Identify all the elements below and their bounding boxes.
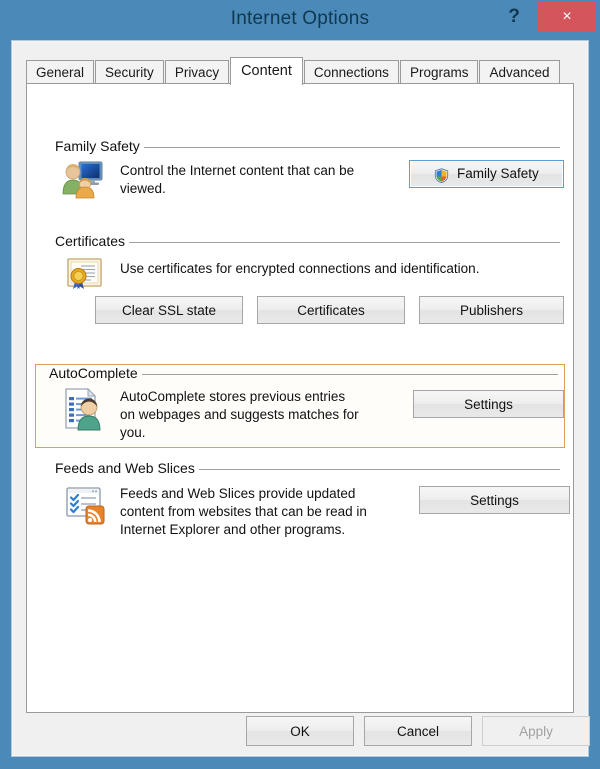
uac-shield-icon — [434, 168, 453, 184]
certificates-button[interactable]: Certificates — [257, 296, 405, 324]
clear-ssl-state-button[interactable]: Clear SSL state — [95, 296, 243, 324]
tab-privacy[interactable]: Privacy — [164, 60, 230, 84]
ok-button[interactable]: OK — [246, 716, 354, 746]
group-autocomplete: AutoComplete AutoComplete stores previou… — [35, 364, 565, 448]
feeds-description: Feeds and Web Slices provide updated con… — [120, 486, 367, 537]
group-title-family-safety: Family Safety — [52, 138, 144, 154]
tab-strip: General Security Privacy Content Connect… — [26, 57, 574, 85]
family-safety-description: Control the Internet content that can be… — [120, 163, 355, 196]
group-divider — [121, 242, 560, 243]
tab-content[interactable]: Content — [230, 57, 303, 85]
tab-general[interactable]: General — [26, 60, 95, 84]
group-divider — [174, 469, 560, 470]
group-title-autocomplete: AutoComplete — [46, 365, 142, 381]
help-button[interactable]: ? — [498, 2, 530, 32]
certificate-icon — [62, 255, 106, 297]
feeds-settings-button[interactable]: Settings — [419, 486, 570, 514]
dialog-body: General Security Privacy Content Connect… — [11, 40, 590, 757]
tab-page-content: Family Safety Control the Internet conte… — [26, 83, 574, 713]
autocomplete-icon — [60, 386, 104, 431]
tab-connections[interactable]: Connections — [303, 60, 399, 84]
group-title-certificates: Certificates — [52, 233, 130, 249]
family-safety-button-label: Family Safety — [456, 166, 539, 182]
family-safety-icon — [60, 160, 104, 200]
group-title-feeds: Feeds and Web Slices — [52, 460, 199, 476]
cancel-button[interactable]: Cancel — [364, 716, 472, 746]
publishers-button[interactable]: Publishers — [419, 296, 564, 324]
title-bar: Internet Options ? × — [0, 0, 600, 44]
internet-options-window: Internet Options ? × General Security Pr… — [0, 0, 600, 769]
footer-button-bar: OK Cancel Apply — [12, 710, 590, 756]
group-divider — [138, 374, 558, 375]
group-feeds: Feeds and Web Slices Feeds and Web Slice… — [41, 459, 570, 569]
apply-button[interactable]: Apply — [482, 716, 590, 746]
feeds-icon — [62, 484, 108, 528]
autocomplete-description: AutoComplete stores previous entries on … — [120, 389, 359, 440]
group-divider — [135, 147, 560, 148]
tab-security[interactable]: Security — [95, 60, 164, 84]
tab-programs[interactable]: Programs — [399, 60, 479, 84]
group-family-safety: Family Safety Control the Internet conte… — [41, 137, 564, 212]
tab-advanced[interactable]: Advanced — [479, 60, 560, 84]
certificates-description: Use certificates for encrypted connectio… — [120, 261, 480, 276]
autocomplete-settings-button[interactable]: Settings — [413, 390, 564, 418]
group-certificates: Certificates Use certificates for encryp… — [41, 232, 564, 340]
close-button[interactable]: × — [538, 2, 596, 32]
family-safety-button[interactable]: Family Safety — [409, 160, 564, 188]
